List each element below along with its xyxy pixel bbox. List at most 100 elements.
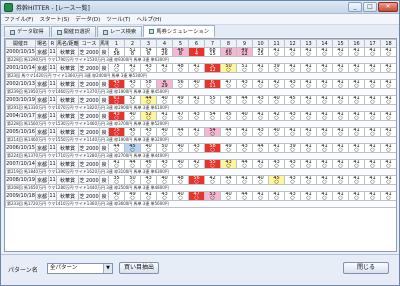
horse-score-cell[interactable]: 43 ○ (236, 79, 253, 89)
column-header[interactable]: 馬場 (99, 39, 109, 48)
horse-score-cell[interactable]: 43 ○ (268, 159, 285, 169)
horse-score-cell[interactable]: 41 ○ (364, 111, 381, 121)
horse-score-cell[interactable]: 49 12 (236, 47, 253, 57)
horse-score-cell[interactable]: 41 ○ (300, 127, 317, 137)
extract-button[interactable]: 買い目抽出 (119, 262, 159, 274)
column-header[interactable]: 1 (108, 39, 125, 48)
horse-score-cell[interactable]: 49 ○ (172, 95, 189, 105)
horse-score-cell[interactable]: 41 ○ (316, 111, 333, 121)
horse-score-cell[interactable]: 41 ○ (316, 95, 333, 105)
column-header[interactable]: 16 (348, 39, 365, 48)
column-header[interactable]: 2 (124, 39, 141, 48)
column-header[interactable]: 13 (300, 39, 317, 48)
horse-score-cell[interactable]: 41 ○ (364, 79, 381, 89)
horse-score-cell[interactable]: 41 ○ (348, 95, 365, 105)
column-header[interactable]: 4 (156, 39, 173, 48)
column-header[interactable]: 5 (172, 39, 189, 48)
horse-score-cell[interactable]: 49 ○ (220, 143, 237, 153)
horse-score-cell[interactable]: 39 ○ (268, 63, 285, 73)
horse-score-cell[interactable]: 41 ○ (188, 127, 205, 137)
horse-score-cell[interactable]: 41 ○ (348, 175, 365, 185)
horse-score-cell[interactable]: 41 ○ (380, 159, 396, 169)
horse-score-cell[interactable]: 50 ○ (220, 63, 237, 73)
horse-score-cell[interactable]: 52 ○ (140, 111, 157, 121)
horse-score-cell[interactable]: 58 ○ (204, 143, 221, 153)
horse-score-cell[interactable]: 41 ○ (300, 95, 317, 105)
horse-score-cell[interactable]: 43 ○ (124, 79, 141, 89)
column-header[interactable]: 6 (188, 39, 205, 48)
horse-score-cell[interactable]: 41 ○ (284, 47, 301, 57)
horse-score-cell[interactable]: 40 ○ (156, 127, 173, 137)
horse-score-cell[interactable]: 43 15 (252, 47, 269, 57)
tab-race-search[interactable]: レース検索 (97, 26, 143, 37)
horse-score-cell[interactable]: 44 ○ (220, 175, 237, 185)
horse-score-cell[interactable]: 39 ○ (284, 143, 301, 153)
horse-score-cell[interactable]: 41 ○ (300, 47, 317, 57)
horse-score-cell[interactable]: 41 ○ (332, 63, 349, 73)
table-row[interactable]: 2004/10/17 京都 11 秋華賞芝 2000 良 43 ○ 40 ○ 52 ○ 41 ○ 47 ○ 4… (5, 111, 396, 121)
column-header[interactable]: 14 (316, 39, 333, 48)
column-header[interactable]: コース (78, 39, 100, 48)
horse-score-cell[interactable]: 40 ○ (108, 191, 125, 201)
horse-score-cell[interactable]: 41 ○ (380, 63, 396, 73)
horse-score-cell[interactable]: 45 ○ (124, 143, 141, 153)
horse-score-cell[interactable]: 43 ○ (284, 159, 301, 169)
horse-score-cell[interactable]: 43 ○ (284, 191, 301, 201)
horse-score-cell[interactable]: 41 ○ (348, 111, 365, 121)
horse-score-cell[interactable]: 41 ○ (284, 63, 301, 73)
horse-score-cell[interactable]: 43 ○ (140, 175, 157, 185)
horse-score-cell[interactable]: 58 ○ (140, 79, 157, 89)
horse-score-cell[interactable]: 35 ○ (108, 175, 125, 185)
horse-score-cell[interactable]: 41 ○ (316, 159, 333, 169)
column-header[interactable]: 12 (284, 39, 301, 48)
horse-score-cell[interactable]: 44 ○ (124, 159, 141, 169)
horse-score-cell[interactable]: 41 ○ (284, 127, 301, 137)
menu-file[interactable]: ファイル(F) (4, 15, 33, 23)
horse-score-cell[interactable]: 41 ○ (252, 63, 269, 73)
horse-score-cell[interactable]: 41 ○ (188, 95, 205, 105)
horse-score-cell[interactable]: 41 ○ (380, 79, 396, 89)
column-header[interactable]: 8 (220, 39, 237, 48)
horse-score-cell[interactable]: 41 ○ (332, 127, 349, 137)
horse-score-cell[interactable]: 41 ○ (380, 127, 396, 137)
horse-score-cell[interactable]: 41 ○ (300, 79, 317, 89)
horse-score-cell[interactable]: 56 ○ (172, 79, 189, 89)
horse-score-cell[interactable]: 41 ○ (332, 159, 349, 169)
horse-score-cell[interactable]: 41 ○ (348, 47, 365, 57)
column-header[interactable]: 11 (268, 39, 285, 48)
horse-score-cell[interactable]: 6 11 (204, 79, 221, 89)
horse-score-cell[interactable]: 41 ○ (332, 143, 349, 153)
horse-score-cell[interactable]: 41 ○ (380, 111, 396, 121)
horse-score-cell[interactable]: 42 ○ (204, 175, 221, 185)
horse-score-cell[interactable]: 41 ○ (348, 159, 365, 169)
horse-score-cell[interactable]: 44 ○ (172, 127, 189, 137)
horse-score-cell[interactable]: 44 ○ (220, 127, 237, 137)
horse-score-cell[interactable]: 54 ○ (204, 127, 221, 137)
horse-score-cell[interactable]: 41 ○ (316, 127, 333, 137)
horse-score-cell[interactable]: 41 ○ (236, 175, 253, 185)
race-table-container[interactable]: 開催日場名R馬名/距離コース馬場123456789101112131415161… (4, 38, 397, 252)
horse-score-cell[interactable]: 43 ○ (156, 159, 173, 169)
column-header[interactable]: 7 (204, 39, 221, 48)
horse-score-cell[interactable]: 40 ○ (172, 143, 189, 153)
horse-score-cell[interactable]: 41 ○ (364, 127, 381, 137)
horse-score-cell[interactable]: 48 ○ (172, 175, 189, 185)
column-header[interactable]: 15 (332, 39, 349, 48)
horse-score-cell[interactable]: 40 ○ (156, 95, 173, 105)
horse-score-cell[interactable]: 75 ○ (108, 63, 125, 73)
horse-score-cell[interactable]: 43 ○ (188, 143, 205, 153)
horse-score-cell[interactable]: 40 ○ (252, 175, 269, 185)
horse-score-cell[interactable]: 46 ○ (140, 159, 157, 169)
maximize-button[interactable]: □ (363, 2, 377, 12)
horse-score-cell[interactable]: 41 ○ (332, 111, 349, 121)
horse-score-cell[interactable]: 53 ○ (204, 191, 221, 201)
horse-score-cell[interactable]: 43 ○ (140, 127, 157, 137)
horse-score-cell[interactable]: 41 ○ (252, 159, 269, 169)
horse-score-cell[interactable]: 41 ○ (364, 191, 381, 201)
horse-score-cell[interactable]: 54 8 (140, 47, 157, 57)
horse-score-cell[interactable]: 44 ○ (236, 159, 253, 169)
horse-score-cell[interactable]: 41 ○ (316, 63, 333, 73)
horse-score-cell[interactable]: 49 ○ (124, 191, 141, 201)
chevron-down-icon[interactable]: ▼ (103, 264, 112, 273)
horse-score-cell[interactable]: 47 ○ (188, 191, 205, 201)
